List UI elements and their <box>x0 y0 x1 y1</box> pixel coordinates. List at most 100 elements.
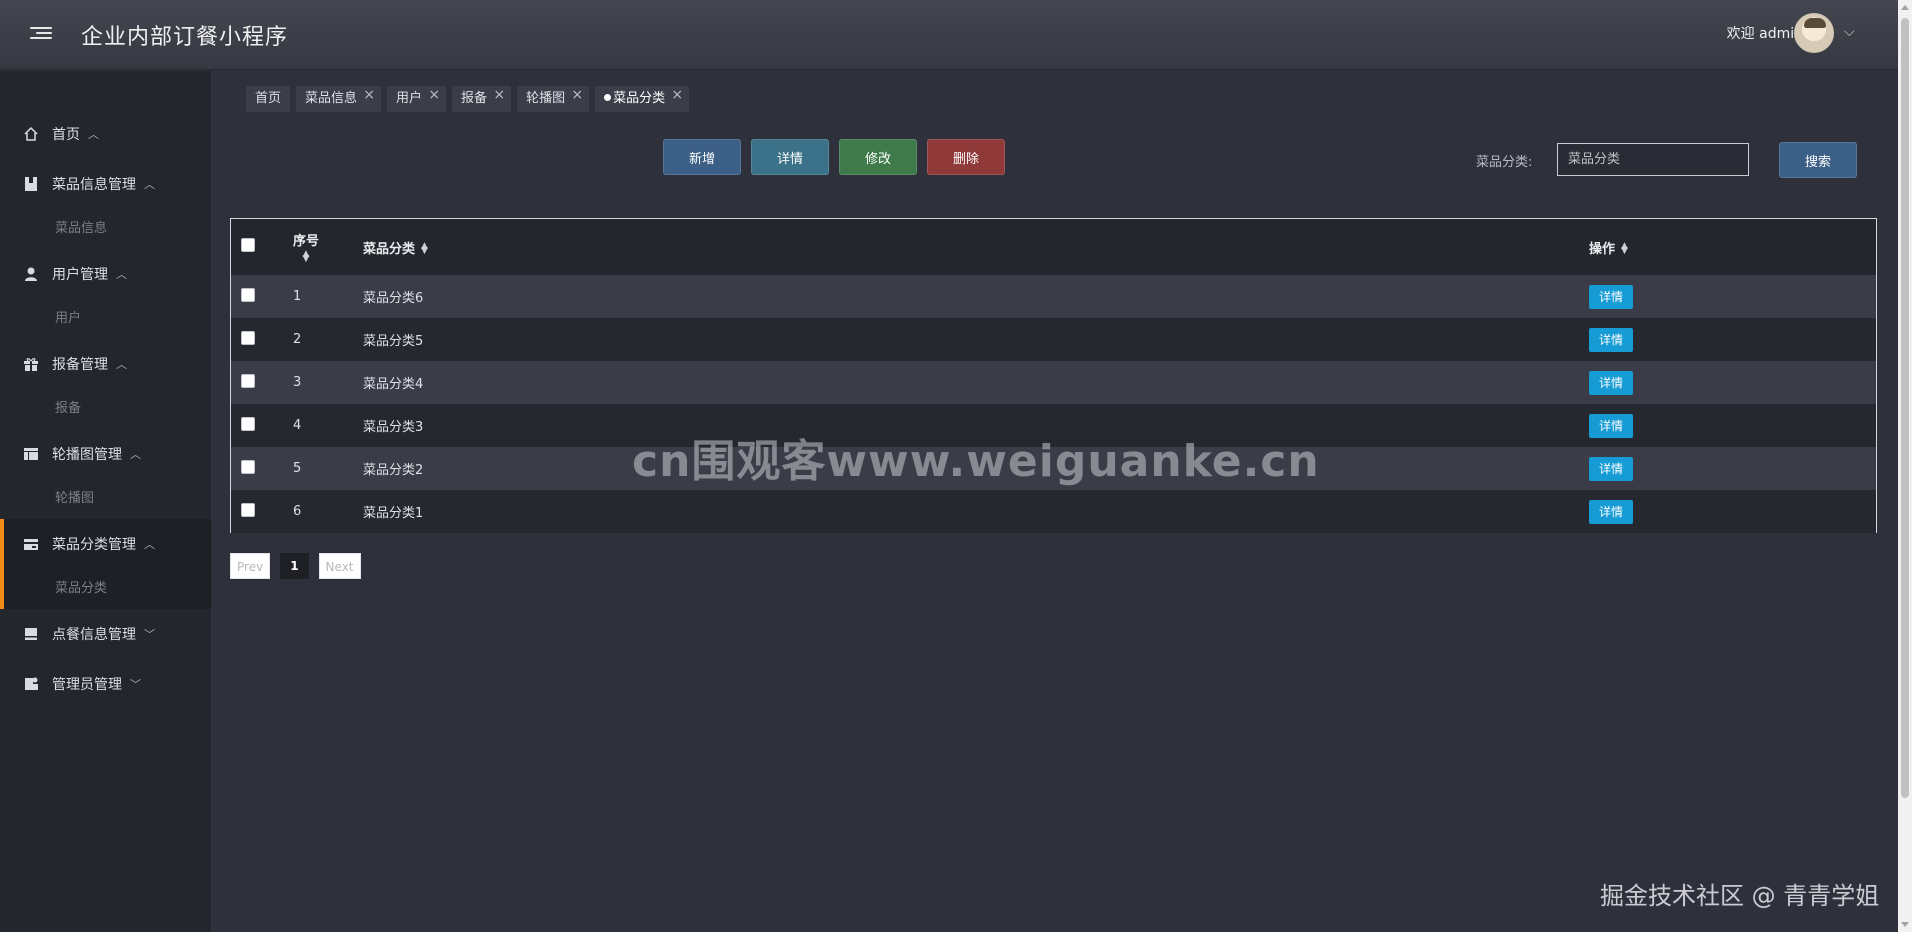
sort-icon[interactable]: ▲ ▼ <box>303 249 310 263</box>
close-icon[interactable]: × <box>363 82 375 108</box>
row-checkbox[interactable] <box>241 459 255 474</box>
sidebar-subitem-dish-category[interactable]: 菜品分类 <box>0 569 211 609</box>
tab-user[interactable]: 用户 × <box>387 86 447 112</box>
layout-icon <box>22 445 40 463</box>
sidebar-item-admin-management[interactable]: 管理员管理 ﹀ <box>0 659 211 709</box>
edit-button[interactable]: 修改 <box>839 139 917 175</box>
column-header-label: 菜品分类 <box>363 241 416 257</box>
sidebar-group-users: 用户管理 ︿ 用户 <box>0 249 211 339</box>
close-icon[interactable]: × <box>671 82 683 108</box>
tab-label: 用户 <box>396 91 423 106</box>
delete-button[interactable]: 删除 <box>927 139 1005 175</box>
user-icon <box>22 265 40 283</box>
sidebar-item-label: 点餐信息管理 <box>52 627 136 643</box>
home-icon <box>22 125 40 143</box>
scroll-down-arrow-icon[interactable] <box>1901 922 1909 927</box>
row-detail-button[interactable]: 详情 <box>1589 456 1634 481</box>
sidebar-item-report-management[interactable]: 报备管理 ︿ <box>0 339 211 389</box>
sidebar-group-report: 报备管理 ︿ 报备 <box>0 339 211 429</box>
sidebar-group-dishes: 菜品信息管理 ︿ 菜品信息 <box>0 159 211 249</box>
cell-name: 菜品分类5 <box>363 334 424 349</box>
sidebar-item-home[interactable]: 首页 ︿ <box>0 109 211 159</box>
scroll-up-arrow-icon[interactable] <box>1901 5 1909 10</box>
cell-index: 3 <box>293 375 302 390</box>
welcome-text: 欢迎 admin <box>1726 26 1803 42</box>
row-checkbox[interactable] <box>241 502 255 517</box>
tray-icon <box>22 625 40 643</box>
next-page-button[interactable]: Next <box>318 553 361 579</box>
row-checkbox[interactable] <box>241 330 255 345</box>
cell-index: 1 <box>293 289 302 304</box>
sidebar-group-admin: 管理员管理 ﹀ <box>0 659 211 709</box>
tab-home[interactable]: 首页 <box>246 86 291 112</box>
top-header: 企业内部订餐小程序 欢迎 admin ⌵ <box>0 0 1898 70</box>
close-icon[interactable]: × <box>493 82 505 108</box>
tab-dish-info[interactable]: 菜品信息 × <box>296 86 382 112</box>
search-input[interactable] <box>1557 143 1749 176</box>
app-title: 企业内部订餐小程序 <box>81 25 289 50</box>
tab-dish-category[interactable]: 菜品分类 × <box>595 86 690 112</box>
chevron-up-icon: ︿ <box>116 268 127 281</box>
row-detail-button[interactable]: 详情 <box>1589 370 1634 395</box>
sidebar-item-label: 用户管理 <box>52 267 108 283</box>
sidebar-item-label: 菜品分类管理 <box>52 537 136 553</box>
menu-toggle-icon[interactable] <box>30 24 52 44</box>
sidebar-item-dish-management[interactable]: 菜品信息管理 ︿ <box>0 159 211 209</box>
sidebar-subitem-user[interactable]: 用户 <box>0 299 211 339</box>
sidebar-item-user-management[interactable]: 用户管理 ︿ <box>0 249 211 299</box>
add-button[interactable]: 新增 <box>663 139 741 175</box>
sidebar-group-dish-category: 菜品分类管理 ︿ 菜品分类 <box>0 519 211 609</box>
column-header-label: 序号 <box>293 234 320 249</box>
column-header-ops[interactable]: 操作 ▲ ▼ <box>1589 219 1876 275</box>
sidebar-group-order: 点餐信息管理 ﹀ <box>0 609 211 659</box>
sidebar-subitem-report[interactable]: 报备 <box>0 389 211 429</box>
tab-report[interactable]: 报备 × <box>452 86 512 112</box>
select-all-checkbox[interactable] <box>241 238 255 252</box>
row-checkbox[interactable] <box>241 416 255 431</box>
sidebar-subitem-carousel[interactable]: 轮播图 <box>0 479 211 519</box>
row-detail-button[interactable]: 详情 <box>1589 499 1634 524</box>
detail-button[interactable]: 详情 <box>751 139 829 175</box>
chevron-up-icon: ︿ <box>116 358 127 371</box>
sidebar-item-label: 首页 <box>52 127 80 143</box>
cell-index: 5 <box>293 461 302 476</box>
card-icon <box>22 535 40 553</box>
admin-icon <box>22 675 40 693</box>
sidebar-group-home: 首页 ︿ <box>0 109 211 159</box>
avatar[interactable] <box>1794 13 1834 53</box>
sort-icon[interactable]: ▲ ▼ <box>1621 242 1628 256</box>
row-detail-button[interactable]: 详情 <box>1589 327 1634 352</box>
column-header-name[interactable]: 菜品分类 ▲ ▼ <box>363 219 1589 275</box>
scroll-thumb[interactable] <box>1901 18 1909 798</box>
book-icon <box>22 175 40 193</box>
table-row[interactable]: 2 菜品分类5 详情 <box>231 318 1876 361</box>
row-checkbox[interactable] <box>241 287 255 302</box>
row-detail-button[interactable]: 详情 <box>1589 284 1634 309</box>
sidebar: 首页 ︿ 菜品信息管理 ︿ 菜品信息 用户管理 ︿ 用户 报备管理 ︿ 报备 轮… <box>0 71 211 932</box>
cell-index: 2 <box>293 332 302 347</box>
page-scrollbar[interactable] <box>1898 0 1912 932</box>
close-icon[interactable]: × <box>428 82 440 108</box>
table-row[interactable]: 1 菜品分类6 详情 <box>231 275 1876 318</box>
sidebar-subitem-dish-info[interactable]: 菜品信息 <box>0 209 211 249</box>
tab-label: 报备 <box>461 91 488 106</box>
sidebar-item-order-management[interactable]: 点餐信息管理 ﹀ <box>0 609 211 659</box>
table-row[interactable]: 6 菜品分类1 详情 <box>231 490 1876 533</box>
row-checkbox[interactable] <box>241 373 255 388</box>
center-watermark: cn围观客www.weiguanke.cn <box>632 436 1320 487</box>
table-row[interactable]: 3 菜品分类4 详情 <box>231 361 1876 404</box>
column-header-index[interactable]: 序号 ▲ ▼ <box>293 230 319 264</box>
tab-carousel[interactable]: 轮播图 × <box>517 86 590 112</box>
cell-index: 6 <box>293 504 302 519</box>
prev-page-button[interactable]: Prev <box>230 553 271 579</box>
chevron-up-icon: ︿ <box>144 538 155 551</box>
sidebar-item-carousel-management[interactable]: 轮播图管理 ︿ <box>0 429 211 479</box>
chevron-down-icon[interactable]: ⌵ <box>1844 24 1855 40</box>
chevron-up-icon: ︿ <box>144 178 155 191</box>
search-button[interactable]: 搜索 <box>1779 142 1857 178</box>
sidebar-item-dish-category-management[interactable]: 菜品分类管理 ︿ <box>0 519 211 569</box>
row-detail-button[interactable]: 详情 <box>1589 413 1634 438</box>
sort-icon[interactable]: ▲ ▼ <box>421 242 428 256</box>
current-page[interactable]: 1 <box>280 553 309 579</box>
close-icon[interactable]: × <box>571 82 583 108</box>
